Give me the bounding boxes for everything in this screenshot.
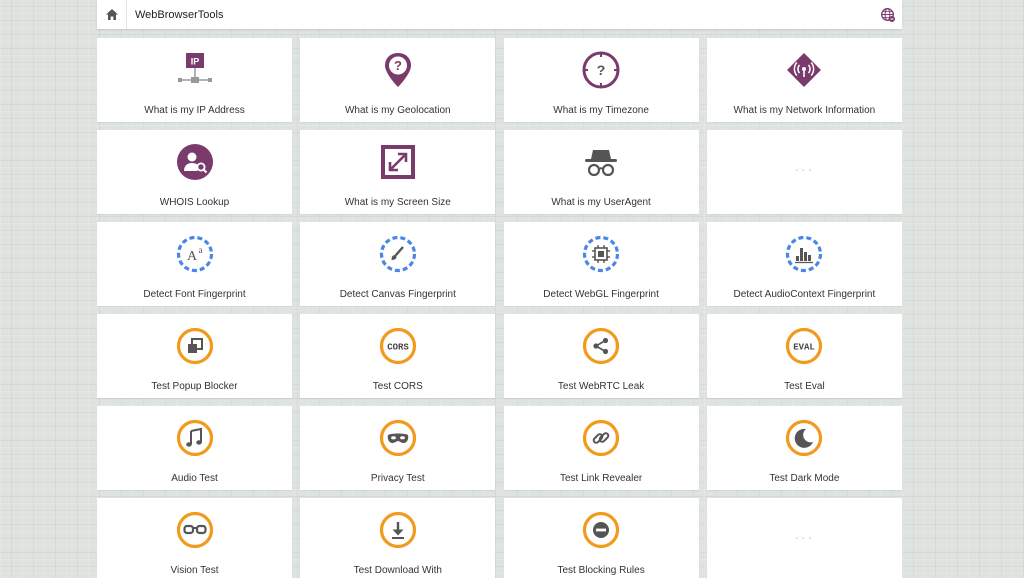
tile-geolocation[interactable]: ? What is my Geolocation — [300, 38, 496, 122]
eval-icon: EVAL — [786, 327, 823, 365]
ip-network-icon: IP — [177, 53, 212, 83]
tile-label: What is my Geolocation — [344, 105, 451, 116]
more-icon: ··· — [794, 529, 815, 545]
tile-label: Vision Test — [170, 565, 219, 576]
network-signal-icon — [787, 53, 822, 87]
tile-webgl-fingerprint[interactable]: Detect WebGL Fingerprint — [503, 222, 699, 306]
more-icon: ··· — [794, 161, 815, 177]
app-header: WebBrowserTools — [97, 0, 902, 29]
tile-more-placeholder: ··· — [706, 130, 902, 214]
tile-label: Test Popup Blocker — [151, 381, 238, 392]
tile-dark-mode[interactable]: Test Dark Mode — [706, 406, 902, 490]
tile-ip-address[interactable]: IP What is my IP Address — [97, 38, 292, 122]
incognito-icon — [585, 150, 618, 177]
font-fingerprint-icon: A a — [176, 235, 213, 273]
tile-eval[interactable]: EVAL Test Eval — [706, 314, 902, 398]
tile-link-revealer[interactable]: Test Link Revealer — [503, 406, 699, 490]
tile-label: What is my Screen Size — [344, 197, 451, 208]
tile-whois-lookup[interactable]: WHOIS Lookup — [97, 130, 292, 214]
tile-label: Test Eval — [784, 381, 825, 392]
tile-label: Privacy Test — [370, 473, 425, 484]
mask-icon — [379, 419, 416, 457]
tile-label: Detect AudioContext Fingerprint — [733, 289, 876, 300]
tile-audio-test[interactable]: Audio Test — [97, 406, 292, 490]
webgl-fingerprint-icon — [582, 235, 620, 273]
tools-grid: IP What is my IP Address ? What is my Ge… — [97, 38, 902, 578]
tile-popup-blocker[interactable]: Test Popup Blocker — [97, 314, 292, 398]
svg-text:IP: IP — [190, 57, 199, 67]
tile-vision-test[interactable]: Vision Test — [97, 498, 292, 578]
tile-label: What is my Timezone — [553, 105, 649, 116]
share-icon — [582, 327, 620, 365]
tile-blocking-rules[interactable]: Test Blocking Rules — [503, 498, 699, 578]
language-button[interactable] — [874, 0, 902, 29]
tile-canvas-fingerprint[interactable]: Detect Canvas Fingerprint — [300, 222, 496, 306]
tile-privacy-test[interactable]: Privacy Test — [300, 406, 496, 490]
cors-icon: CORS — [379, 327, 416, 365]
cors-badge-text: CORS — [387, 343, 409, 353]
tile-download-with[interactable]: Test Download With — [300, 498, 496, 578]
tile-network-information[interactable]: What is my Network Information — [706, 38, 902, 122]
tile-screen-size[interactable]: What is my Screen Size — [300, 130, 496, 214]
tile-label: Test Download With — [353, 565, 442, 576]
screen-resize-icon — [380, 145, 415, 179]
tile-label: Test Dark Mode — [769, 473, 840, 484]
home-button[interactable] — [97, 0, 127, 29]
app-title: WebBrowserTools — [135, 8, 224, 21]
block-icon — [582, 511, 620, 549]
tile-more-placeholder: ··· — [706, 498, 902, 578]
tile-label: What is my UserAgent — [551, 197, 651, 208]
tile-label: Detect Font Fingerprint — [143, 289, 246, 300]
tile-timezone[interactable]: ? What is my Timezone — [503, 38, 699, 122]
tile-label: Test WebRTC Leak — [557, 381, 645, 392]
link-icon — [582, 419, 620, 457]
download-icon — [379, 511, 416, 549]
tile-label: Test CORS — [372, 381, 423, 392]
svg-text:?: ? — [597, 62, 606, 78]
audio-fingerprint-icon — [786, 235, 823, 273]
clock-question-icon: ? — [582, 51, 620, 89]
tile-audiocontext-fingerprint[interactable]: Detect AudioContext Fingerprint — [706, 222, 902, 306]
tile-label: Audio Test — [171, 473, 218, 484]
tile-cors[interactable]: CORS Test CORS — [300, 314, 496, 398]
svg-text:a: a — [198, 245, 202, 255]
music-note-icon — [176, 419, 213, 457]
home-icon — [105, 9, 118, 20]
glasses-icon — [176, 511, 213, 549]
eval-badge-text: EVAL — [794, 343, 816, 353]
tile-webrtc-leak[interactable]: Test WebRTC Leak — [503, 314, 699, 398]
user-search-icon — [176, 144, 213, 180]
location-pin-question-icon: ? — [384, 53, 411, 87]
tile-useragent[interactable]: What is my UserAgent — [503, 130, 699, 214]
popup-icon — [176, 327, 213, 365]
tile-label: Detect WebGL Fingerprint — [543, 289, 659, 300]
tile-label: What is my IP Address — [144, 105, 245, 116]
tile-label: WHOIS Lookup — [159, 197, 230, 208]
tile-label: Test Link Revealer — [559, 473, 643, 484]
canvas-fingerprint-icon — [379, 235, 416, 273]
tile-label: Detect Canvas Fingerprint — [339, 289, 456, 300]
globe-icon — [881, 7, 895, 22]
svg-text:?: ? — [394, 58, 402, 73]
svg-text:A: A — [186, 249, 197, 264]
tile-label: Test Blocking Rules — [557, 565, 645, 576]
tile-font-fingerprint[interactable]: A a Detect Font Fingerprint — [97, 222, 292, 306]
tile-label: What is my Network Information — [733, 105, 876, 116]
moon-icon — [786, 419, 823, 457]
